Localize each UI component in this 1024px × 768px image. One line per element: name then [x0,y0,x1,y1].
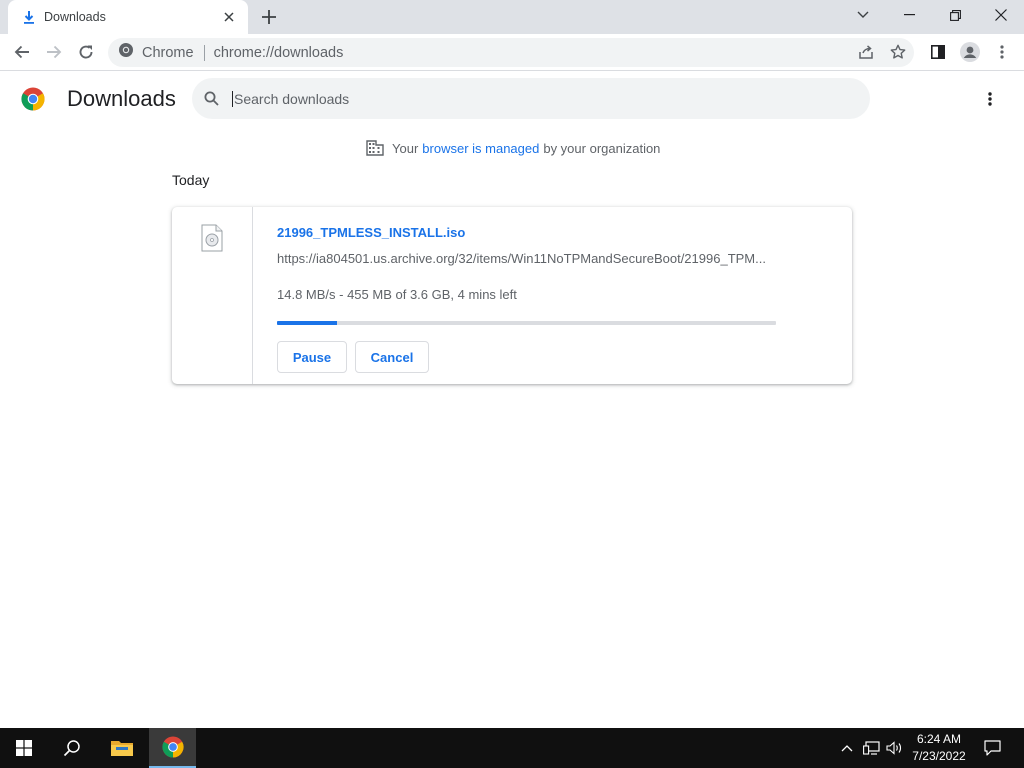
new-tab-button[interactable] [258,6,280,28]
browser-toolbar: Chrome chrome://downloads [0,34,1024,71]
address-bar[interactable]: Chrome chrome://downloads [108,38,914,67]
chrome-taskbar-button[interactable] [149,728,196,768]
site-chip-label: Chrome [142,44,194,61]
page-title: Downloads [67,86,176,111]
kebab-menu-icon [1000,45,1004,59]
side-panel-button[interactable] [925,39,951,65]
back-button[interactable] [9,39,35,65]
network-icon [862,741,880,755]
forward-button[interactable] [41,39,67,65]
browser-menu-button[interactable] [989,39,1015,65]
taskbar-search-button[interactable] [48,728,96,768]
tab-strip: Downloads [0,0,1024,34]
date-header: Today [172,172,210,188]
back-arrow-icon [14,45,29,59]
avatar-icon [960,42,980,62]
browser-managed-link[interactable]: browser is managed [422,141,539,156]
reload-icon [79,45,93,59]
minimize-button[interactable] [886,0,932,30]
star-icon [890,44,906,59]
download-icon [22,9,36,25]
url-text: chrome://downloads [213,44,344,61]
kebab-menu-icon [988,92,992,106]
show-hidden-icons-button[interactable] [838,728,856,768]
close-icon [995,9,1007,21]
taskbar-clock[interactable]: 6:24 AM 7/23/2022 [906,731,972,765]
close-tab-icon[interactable] [220,8,238,26]
profile-button[interactable] [957,39,983,65]
progress-fill [277,321,337,325]
disc-image-file-icon [201,224,223,252]
tab-downloads[interactable]: Downloads [8,0,248,34]
cancel-button[interactable]: Cancel [355,341,429,373]
clock-date: 7/23/2022 [912,749,966,763]
chrome-icon [161,736,184,758]
clock-time: 6:24 AM [916,732,962,746]
volume-button[interactable] [884,728,906,768]
chevron-up-icon [841,745,853,752]
file-source-url[interactable]: https://ia804501.us.archive.org/32/items… [277,251,777,266]
file-explorer-button[interactable] [98,728,146,768]
address-divider [203,44,205,61]
download-item: 21996_TPMLESS_INSTALL.iso https://ia8045… [172,207,852,384]
search-downloads-box[interactable] [192,78,870,119]
speaker-icon [886,741,902,755]
restore-button[interactable] [932,0,978,30]
notification-icon [983,740,1001,756]
downloads-menu-button[interactable] [980,88,1000,110]
tab-search-button[interactable] [840,0,886,30]
search-input[interactable] [232,90,832,107]
chevron-down-icon [857,11,869,18]
folder-icon [111,741,133,756]
search-icon [63,740,80,757]
minimize-icon [903,14,915,16]
download-progress-bar [277,321,776,325]
windows-taskbar: 6:24 AM 7/23/2022 [0,728,1024,768]
bookmark-button[interactable] [885,39,911,65]
building-icon [366,140,384,156]
managed-banner: Your browser is managed by your organiza… [366,140,660,156]
network-button[interactable] [860,728,882,768]
managed-prefix: Your [392,140,419,156]
chrome-logo [21,87,45,111]
file-name-link[interactable]: 21996_TPMLESS_INSTALL.iso [277,225,465,240]
windows-logo-icon [16,740,32,756]
managed-suffix: by your organization [543,140,661,156]
side-panel-icon [931,45,945,59]
close-window-button[interactable] [978,0,1024,30]
chrome-site-icon [118,42,134,63]
tab-title: Downloads [44,10,106,24]
reload-button[interactable] [73,39,99,65]
download-status: 14.8 MB/s - 455 MB of 3.6 GB, 4 mins lef… [277,287,517,302]
action-center-button[interactable] [978,728,1006,768]
start-button[interactable] [0,728,48,768]
search-icon [204,91,219,106]
share-icon [859,45,873,59]
share-button[interactable] [853,39,879,65]
forward-arrow-icon [47,45,62,59]
restore-icon [949,9,961,21]
pause-button[interactable]: Pause [277,341,347,373]
file-icon-column [172,207,253,384]
